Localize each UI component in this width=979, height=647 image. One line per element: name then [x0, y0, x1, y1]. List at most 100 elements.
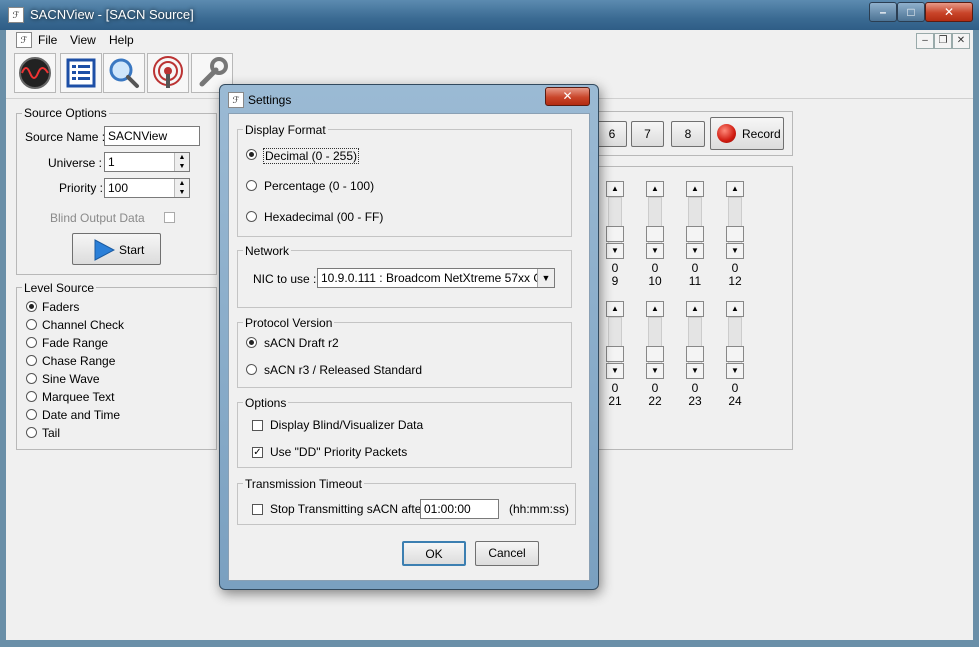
universe-input[interactable]: 1 ▲ ▼ — [104, 152, 190, 172]
radio-button[interactable] — [26, 409, 37, 420]
arrow-down-icon[interactable]: ▼ — [646, 243, 664, 259]
radio-button[interactable] — [26, 427, 37, 438]
display-blind-checkbox[interactable] — [252, 420, 263, 431]
fader-number: 9 — [611, 274, 619, 288]
stop-transmitting-checkbox[interactable] — [252, 504, 263, 515]
arrow-down-icon[interactable]: ▼ — [606, 243, 624, 259]
fader-thumb[interactable] — [686, 346, 704, 362]
radio-button[interactable] — [26, 391, 37, 402]
arrow-down-icon[interactable]: ▼ — [646, 363, 664, 379]
page-button-6[interactable]: 6 — [597, 121, 627, 147]
menu-help[interactable]: Help — [109, 33, 134, 47]
fader-10[interactable]: ▲ ▼ — [646, 181, 664, 259]
magnifier-icon — [109, 58, 139, 88]
minimize-button[interactable]: – — [869, 2, 897, 22]
dd-priority-label: Use "DD" Priority Packets — [270, 445, 408, 459]
fader-value: 0 — [691, 381, 699, 395]
spin-up-icon: ▲ — [178, 180, 186, 187]
fader-thumb[interactable] — [606, 226, 624, 242]
fader-12[interactable]: ▲ ▼ — [726, 181, 744, 259]
options-title: Options — [243, 396, 289, 410]
fader-21[interactable]: ▲ ▼ — [606, 301, 624, 379]
fader-thumb[interactable] — [686, 226, 704, 242]
universe-spinner[interactable]: ▲ ▼ — [174, 153, 189, 171]
fader-thumb[interactable] — [726, 226, 744, 242]
arrow-down-icon[interactable]: ▼ — [726, 243, 744, 259]
arrow-up-icon[interactable]: ▲ — [686, 301, 704, 317]
source-name-input[interactable] — [104, 126, 200, 146]
fader-9[interactable]: ▲ ▼ — [606, 181, 624, 259]
oscilloscope-icon — [19, 57, 51, 89]
close-button[interactable]: ✕ — [925, 2, 973, 22]
arrow-up-icon[interactable]: ▲ — [726, 181, 744, 197]
protocol-option-label: sACN r3 / Released Standard — [264, 363, 423, 377]
priority-value: 100 — [108, 181, 129, 195]
list-view-button[interactable] — [60, 53, 102, 93]
dialog-body: Display Format Decimal (0 - 255) Percent… — [228, 113, 590, 581]
radio-button[interactable] — [246, 149, 257, 160]
oscilloscope-button[interactable] — [14, 53, 56, 93]
arrow-up-icon[interactable]: ▲ — [646, 301, 664, 317]
protocol-option-label: sACN Draft r2 — [264, 336, 339, 350]
arrow-down-icon[interactable]: ▼ — [606, 363, 624, 379]
radio-button[interactable] — [26, 355, 37, 366]
transmit-button[interactable] — [147, 53, 189, 93]
mdi-minimize-button[interactable]: – — [916, 33, 934, 49]
timeout-input[interactable] — [420, 499, 499, 519]
mdi-restore-button[interactable]: ❐ — [934, 33, 952, 49]
priority-input[interactable]: 100 ▲ ▼ — [104, 178, 190, 198]
play-icon — [94, 239, 115, 261]
app-icon: ℱ — [8, 7, 24, 23]
fader-thumb[interactable] — [606, 346, 624, 362]
nic-select[interactable]: 10.9.0.111 : Broadcom NetXtreme 57xx Gig… — [317, 268, 555, 288]
ok-button[interactable]: OK — [402, 541, 466, 566]
arrow-down-icon[interactable]: ▼ — [726, 363, 744, 379]
fader-value: 0 — [611, 381, 619, 395]
fader-thumb[interactable] — [726, 346, 744, 362]
fader-thumb[interactable] — [646, 346, 664, 362]
arrow-up-icon[interactable]: ▲ — [726, 301, 744, 317]
radio-button[interactable] — [246, 180, 257, 191]
radio-button[interactable] — [26, 337, 37, 348]
dialog-close-button[interactable]: ✕ — [545, 87, 590, 106]
chevron-down-icon[interactable]: ▼ — [537, 269, 554, 287]
level-source-title: Level Source — [22, 281, 97, 295]
arrow-up-icon[interactable]: ▲ — [686, 181, 704, 197]
window-titlebar: ℱ SACNView - [SACN Source] – □ ✕ — [0, 0, 979, 30]
fader-value: 0 — [611, 261, 619, 275]
arrow-down-icon[interactable]: ▼ — [686, 363, 704, 379]
priority-spinner[interactable]: ▲ ▼ — [174, 179, 189, 197]
spin-down-icon: ▼ — [178, 189, 186, 196]
page-button-8[interactable]: 8 — [671, 121, 705, 147]
arrow-up-icon[interactable]: ▲ — [606, 301, 624, 317]
radio-button[interactable] — [246, 337, 257, 348]
radio-button[interactable] — [246, 211, 257, 222]
arrow-up-icon[interactable]: ▲ — [606, 181, 624, 197]
maximize-button[interactable]: □ — [897, 2, 925, 22]
fader-23[interactable]: ▲ ▼ — [686, 301, 704, 379]
start-label: Start — [119, 243, 145, 257]
fader-11[interactable]: ▲ ▼ — [686, 181, 704, 259]
fader-thumb[interactable] — [646, 226, 664, 242]
arrow-up-icon[interactable]: ▲ — [646, 181, 664, 197]
record-icon — [717, 124, 736, 143]
dd-priority-checkbox[interactable]: ✓ — [252, 447, 263, 458]
cancel-button[interactable]: Cancel — [475, 541, 539, 566]
page-button-7[interactable]: 7 — [631, 121, 664, 147]
menu-view[interactable]: View — [70, 33, 96, 47]
universe-value: 1 — [108, 155, 115, 169]
radio-button[interactable] — [246, 364, 257, 375]
scope-button[interactable] — [103, 53, 145, 93]
radio-button[interactable] — [26, 319, 37, 330]
blind-output-checkbox[interactable] — [164, 212, 175, 223]
radio-button[interactable] — [26, 301, 37, 312]
start-button[interactable]: Start — [72, 233, 161, 265]
mdi-close-button[interactable]: ✕ — [952, 33, 970, 49]
fader-24[interactable]: ▲ ▼ — [726, 301, 744, 379]
level-option-label: Faders — [42, 300, 80, 314]
record-button[interactable]: Record — [710, 117, 784, 150]
fader-22[interactable]: ▲ ▼ — [646, 301, 664, 379]
arrow-down-icon[interactable]: ▼ — [686, 243, 704, 259]
radio-button[interactable] — [26, 373, 37, 384]
menu-file[interactable]: File — [38, 33, 57, 47]
